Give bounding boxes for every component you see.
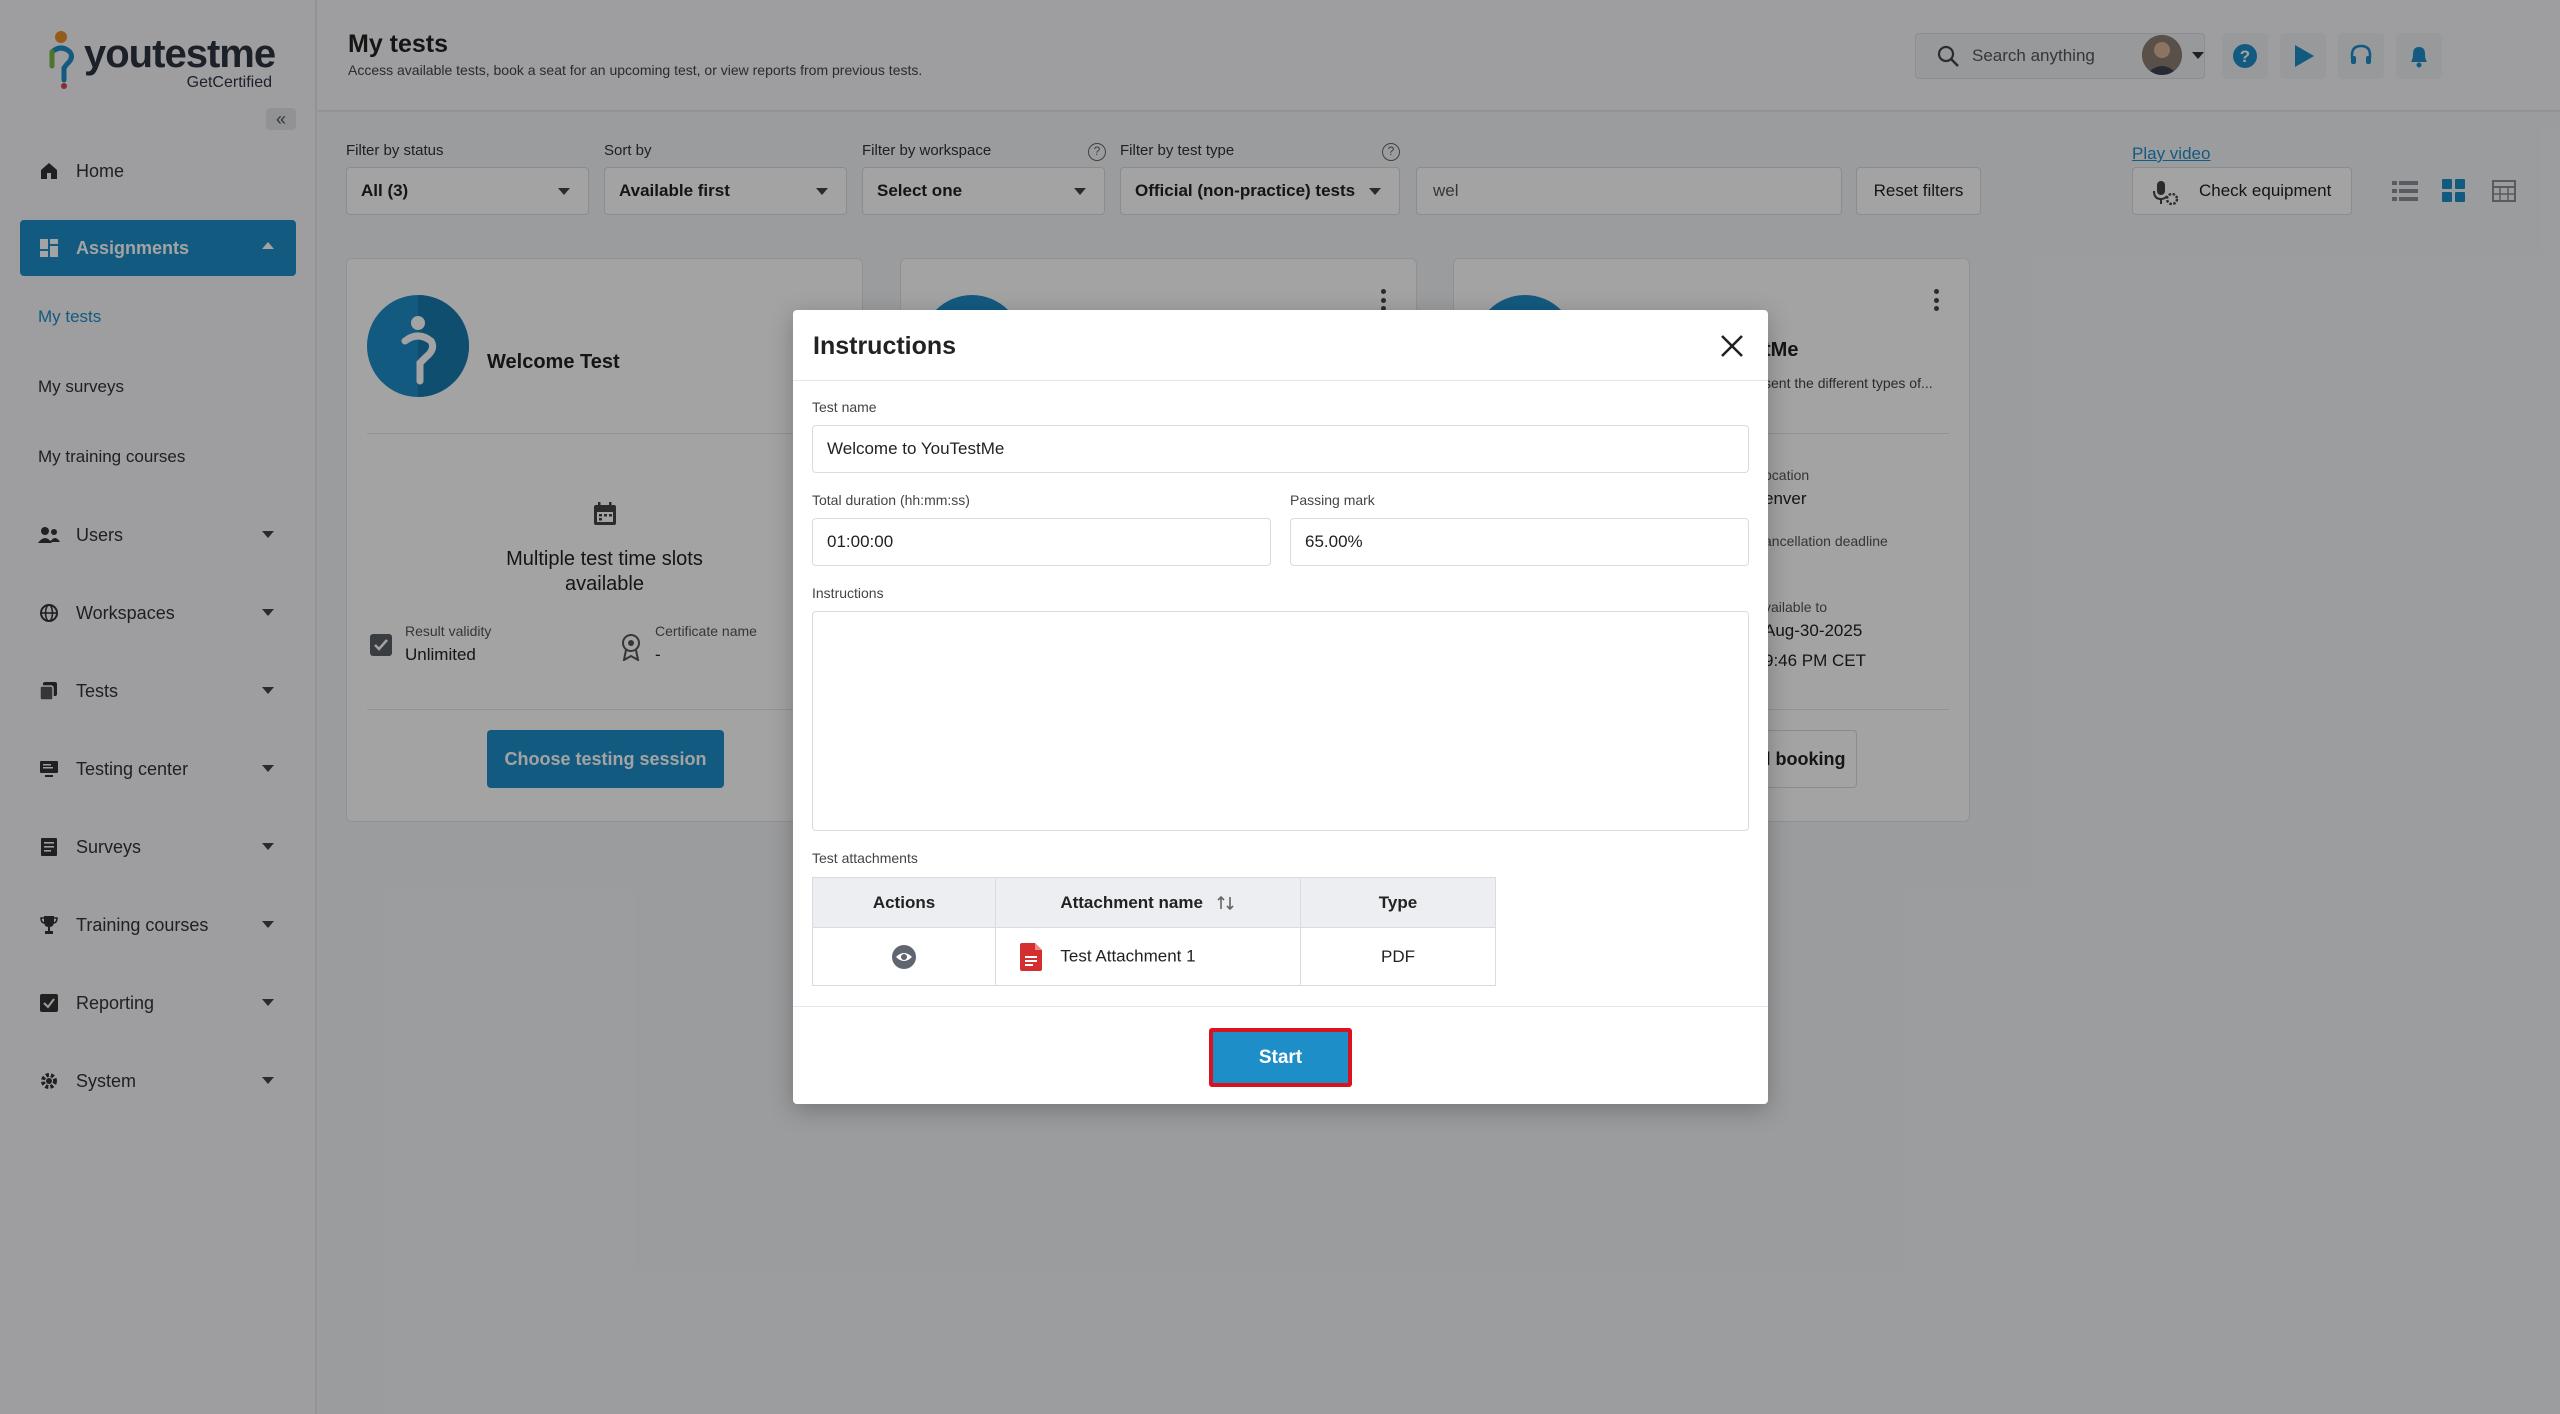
pdf-file-icon bbox=[1020, 942, 1042, 971]
passing-mark-field[interactable]: 65.00% bbox=[1290, 518, 1749, 566]
attachments-table: Actions Attachment name Type Test Attach… bbox=[812, 877, 1496, 986]
test-name-label: Test name bbox=[812, 399, 877, 415]
passing-mark-label: Passing mark bbox=[1290, 492, 1375, 508]
row-type-cell: PDF bbox=[1300, 927, 1496, 986]
instructions-label: Instructions bbox=[812, 585, 884, 601]
start-button[interactable]: Start bbox=[1209, 1028, 1352, 1087]
test-name-field[interactable]: Welcome to YouTestMe bbox=[812, 425, 1749, 473]
test-attachments-label: Test attachments bbox=[812, 850, 918, 866]
attachment-name[interactable]: Test Attachment 1 bbox=[1060, 946, 1195, 965]
divider bbox=[793, 380, 1768, 381]
column-header-type: Type bbox=[1300, 877, 1496, 928]
instructions-textarea[interactable] bbox=[812, 611, 1749, 831]
row-attachment-name-cell: Test Attachment 1 bbox=[995, 927, 1301, 986]
sort-icon[interactable] bbox=[1216, 895, 1236, 911]
column-header-attachment-name[interactable]: Attachment name bbox=[995, 877, 1301, 928]
row-actions-cell bbox=[812, 927, 996, 986]
instructions-dialog: Instructions Test name Welcome to YouTes… bbox=[793, 310, 1768, 1104]
column-header-actions: Actions bbox=[812, 877, 996, 928]
duration-label: Total duration (hh:mm:ss) bbox=[812, 492, 970, 508]
table-row: Test Attachment 1 PDF bbox=[812, 927, 1496, 986]
divider bbox=[793, 1006, 1768, 1007]
dialog-title: Instructions bbox=[813, 332, 957, 360]
eye-icon[interactable] bbox=[891, 944, 917, 970]
duration-field[interactable]: 01:00:00 bbox=[812, 518, 1271, 566]
column-header-label: Attachment name bbox=[1060, 892, 1203, 912]
close-icon[interactable] bbox=[1716, 330, 1748, 362]
